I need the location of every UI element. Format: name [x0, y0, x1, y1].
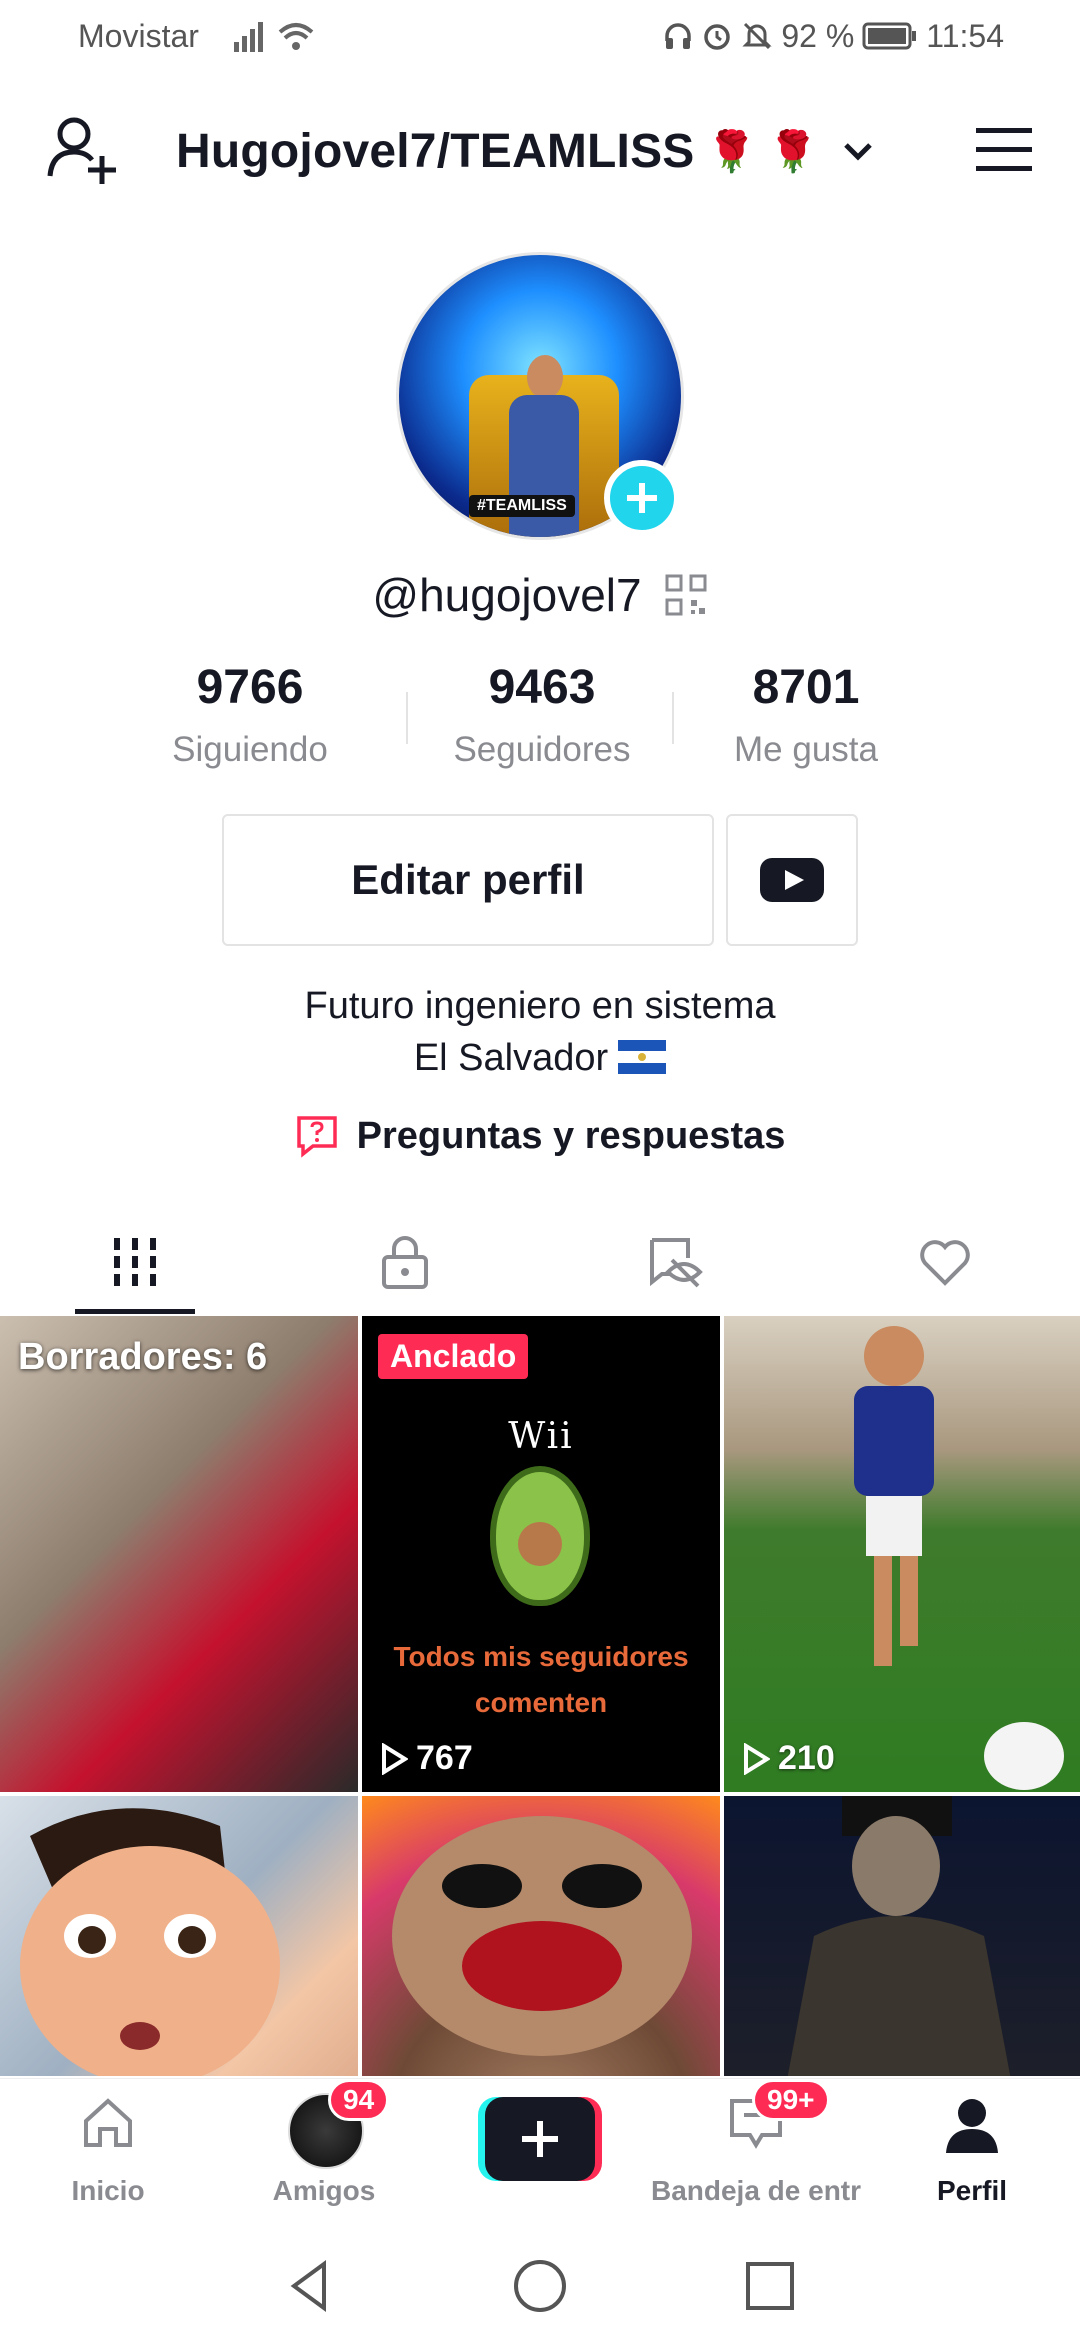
- tab-private[interactable]: [270, 1210, 540, 1314]
- stat-divider: [672, 692, 674, 744]
- play-icon: [382, 1742, 408, 1775]
- nav-inbox-label: Bandeja de entr: [650, 2175, 862, 2206]
- meme-face-illustration: [392, 1816, 692, 2056]
- battery-icon: [862, 22, 918, 50]
- video-tile[interactable]: [724, 1796, 1080, 2076]
- heart-icon: [920, 1240, 970, 1286]
- stat-divider: [406, 692, 408, 744]
- add-avatar-button[interactable]: [604, 460, 680, 536]
- youtube-icon: [760, 858, 824, 902]
- following-count: 9766: [196, 661, 304, 714]
- recents-icon[interactable]: [740, 2256, 800, 2316]
- home-circle-icon[interactable]: [510, 2256, 570, 2316]
- video-tile[interactable]: [0, 1796, 358, 2076]
- likes-label: Me gusta: [734, 730, 878, 769]
- following-stat[interactable]: 9766 Siguiendo: [130, 658, 370, 770]
- mute-icon: [742, 22, 772, 50]
- bio-location: El Salvador: [413, 1037, 609, 1079]
- active-tab-indicator: [75, 1309, 195, 1314]
- tab-liked[interactable]: [810, 1210, 1080, 1314]
- profile-avatar[interactable]: #TEAMLISS: [396, 252, 684, 540]
- system-nav-bar: [0, 2228, 1080, 2340]
- soccer-player-illustration: [854, 1326, 1064, 1790]
- plus-icon: [522, 2121, 558, 2157]
- cartoon-boy-illustration: [20, 1808, 280, 2076]
- home-icon: [84, 2098, 132, 2147]
- inbox-badge: 99+: [752, 2079, 830, 2121]
- bio-line-location: El Salvador: [0, 1032, 1080, 1084]
- video-wii-text: Wii: [508, 1416, 574, 1457]
- likes-count: 8701: [752, 661, 860, 714]
- followers-label: Seguidores: [453, 730, 631, 769]
- video-tile[interactable]: 210: [724, 1316, 1080, 1792]
- rose-emoji: 🌹: [768, 129, 819, 174]
- lock-icon: [382, 1236, 428, 1289]
- chevron-down-icon: [844, 143, 872, 161]
- view-count: 210: [742, 1739, 835, 1778]
- menu-icon[interactable]: [974, 120, 1034, 180]
- video-caption: Todos mis seguidores comenten: [393, 1641, 689, 1718]
- profile-username: Hugojovel7/TEAMLISS: [176, 124, 695, 178]
- nav-friends[interactable]: 94 Amigos: [216, 2079, 432, 2229]
- qr-code-icon[interactable]: [664, 573, 708, 617]
- profile-tabs: [0, 1210, 1080, 1314]
- clock: 11:54: [926, 17, 1004, 54]
- drafts-tile[interactable]: Borradores: 6: [0, 1316, 358, 1792]
- view-count: 767: [380, 1739, 473, 1778]
- add-friend-icon[interactable]: [46, 114, 122, 186]
- battery-percent: 92 %: [781, 17, 855, 54]
- headphones-icon: [665, 23, 692, 49]
- grid-icon: [114, 1238, 156, 1286]
- handle-row: @hugojovel7: [0, 560, 1080, 630]
- qa-label: Preguntas y respuestas: [356, 1114, 786, 1157]
- signal-wifi-icon: [234, 22, 314, 52]
- play-icon: [744, 1742, 770, 1775]
- back-icon[interactable]: [280, 2256, 340, 2316]
- nav-friends-label: Amigos: [272, 2175, 376, 2206]
- bio-line: Futuro ingeniero en sistema: [304, 985, 776, 1027]
- followers-stat[interactable]: 9463 Seguidores: [422, 658, 662, 770]
- qa-link[interactable]: Preguntas y respuestas: [0, 1108, 1080, 1164]
- rose-emoji: 🌹: [706, 129, 757, 174]
- profile-header: Hugojovel7/TEAMLISS 🌹 🌹: [0, 100, 1080, 200]
- likes-stat[interactable]: 8701 Me gusta: [686, 658, 926, 770]
- video-tile[interactable]: [362, 1796, 720, 2076]
- el-salvador-flag-icon: [618, 1039, 667, 1074]
- dark-scene-illustration: [787, 1796, 1011, 2076]
- nav-inbox[interactable]: 99+ Bandeja de entr: [648, 2079, 864, 2229]
- nav-home-label: Inicio: [71, 2175, 145, 2206]
- video-grid: Borradores: 6 Anclado Wii Todos mis segu…: [0, 1316, 1080, 2076]
- profile-bio: Futuro ingeniero en sistema El Salvador: [0, 980, 1080, 1084]
- profile-handle: @hugojovel7: [372, 569, 642, 621]
- nav-profile-label: Perfil: [936, 2175, 1008, 2206]
- tab-hidden[interactable]: [540, 1210, 810, 1314]
- account-switcher[interactable]: Hugojovel7/TEAMLISS 🌹 🌹: [176, 116, 878, 186]
- pinned-badge: Anclado: [378, 1334, 529, 1379]
- edit-profile-button[interactable]: Editar perfil: [222, 814, 714, 946]
- question-bubble-icon: [296, 1116, 337, 1158]
- hidden-icon: [650, 1238, 703, 1288]
- status-bar: Movistar 92 % 11:54: [0, 0, 1080, 72]
- alarm-icon: [704, 24, 731, 50]
- bottom-nav: Inicio 94 Amigos 99+ Bandeja de entr Per…: [0, 2078, 1080, 2228]
- profile-icon: [946, 2099, 998, 2153]
- profile-stats: 9766 Siguiendo 9463 Seguidores 8701 Me g…: [130, 658, 950, 778]
- tab-videos[interactable]: [0, 1210, 270, 1314]
- nav-profile[interactable]: Perfil: [864, 2079, 1080, 2229]
- carrier-label: Movistar: [78, 18, 199, 54]
- following-label: Siguiendo: [172, 730, 328, 769]
- view-count-value: 210: [778, 1739, 835, 1777]
- followers-count: 9463: [488, 661, 596, 714]
- video-tile[interactable]: Anclado Wii Todos mis seguidores comente…: [362, 1316, 720, 1792]
- view-count-value: 767: [416, 1739, 473, 1777]
- avatar-tag: #TEAMLISS: [469, 495, 575, 517]
- nav-home[interactable]: Inicio: [0, 2079, 216, 2229]
- status-right: 92 % 11:54: [663, 16, 1004, 56]
- create-button[interactable]: [478, 2097, 602, 2181]
- avocado-illustration: [490, 1466, 590, 1606]
- youtube-button[interactable]: [726, 814, 858, 946]
- drafts-label: Borradores: 6: [18, 1336, 268, 1378]
- friends-badge: 94: [328, 2079, 390, 2121]
- plus-icon: [627, 483, 657, 513]
